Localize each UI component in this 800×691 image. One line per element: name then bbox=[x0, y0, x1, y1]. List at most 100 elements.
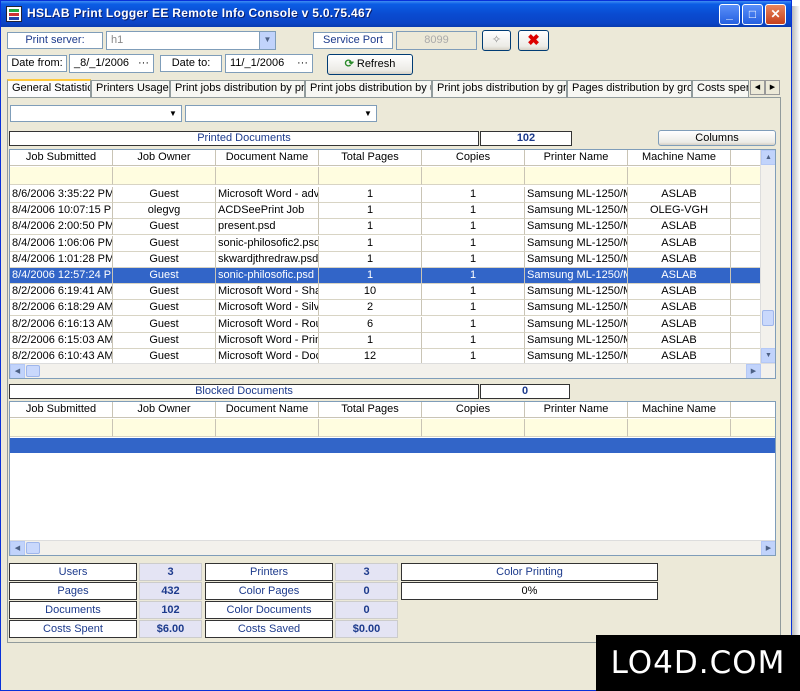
table-cell: Guest bbox=[113, 300, 216, 317]
column-header[interactable]: Jol bbox=[731, 402, 775, 418]
table-cell: Microsoft Word - Shado bbox=[216, 284, 319, 301]
tab-jobs-by-printer[interactable]: Print jobs distribution by printer bbox=[170, 80, 305, 97]
horizontal-scrollbar[interactable]: ◀ ▶ bbox=[10, 363, 775, 378]
table-cell: Samsung ML-1250/ML- bbox=[525, 203, 628, 220]
connect-button[interactable]: ✧ bbox=[482, 30, 511, 51]
columns-button[interactable]: Columns bbox=[658, 130, 776, 146]
tab-scroll-left-icon[interactable]: ◀ bbox=[750, 80, 765, 95]
filter-cell[interactable] bbox=[216, 167, 319, 185]
column-header[interactable]: Machine Name bbox=[628, 402, 731, 418]
tab-pages-by-group[interactable]: Pages distribution by group bbox=[567, 80, 692, 97]
window-shadow bbox=[792, 6, 800, 691]
date-to-label: Date to: bbox=[160, 55, 222, 72]
filter-combo-2[interactable]: ▼ bbox=[185, 105, 377, 122]
table-row[interactable]: 8/4/2006 10:07:15 PM olegvg ACDSeePrint Jo… bbox=[10, 203, 775, 220]
column-header[interactable]: Job Owner bbox=[113, 402, 216, 418]
scroll-right-icon[interactable]: ▶ bbox=[746, 364, 761, 378]
scroll-thumb[interactable] bbox=[26, 542, 40, 554]
title-bar[interactable]: HSLAB Print Logger EE Remote Info Consol… bbox=[1, 1, 791, 27]
table-row[interactable]: 8/4/2006 1:01:28 PM Guest skwardjthredraw.… bbox=[10, 251, 775, 268]
column-header[interactable]: Job Owner bbox=[113, 150, 216, 166]
selected-empty-row[interactable] bbox=[10, 438, 775, 453]
print-server-combo[interactable]: h1 ▼ bbox=[106, 31, 276, 50]
column-header[interactable]: Machine Name bbox=[628, 150, 731, 166]
table-row[interactable]: 8/4/2006 12:57:24 PM Guest sonic-philosofi… bbox=[10, 268, 775, 284]
ellipsis-icon[interactable]: ··· bbox=[138, 55, 149, 72]
table-row[interactable]: 8/4/2006 2:00:50 PM Guest present.psd 1 1 Sam… bbox=[10, 219, 775, 236]
column-header[interactable]: Copies bbox=[422, 402, 525, 418]
filter-cell[interactable] bbox=[10, 167, 113, 185]
pages-value: 432 bbox=[139, 582, 202, 600]
filter-cell[interactable] bbox=[319, 419, 422, 437]
date-from-field[interactable]: _8/_1/2006 ··· bbox=[69, 54, 154, 73]
scroll-down-icon[interactable]: ▼ bbox=[761, 348, 775, 363]
grid-filter-row[interactable] bbox=[10, 419, 775, 437]
table-row[interactable]: 8/6/2006 3:35:22 PM Guest Microsoft Word -… bbox=[10, 187, 775, 203]
filter-combo-1[interactable]: ▼ bbox=[10, 105, 182, 122]
table-row[interactable]: 8/4/2006 1:06:06 PM Guest sonic-philosofic… bbox=[10, 235, 775, 252]
chevron-down-icon[interactable]: ▼ bbox=[259, 32, 275, 49]
column-header[interactable]: Document Name bbox=[216, 402, 319, 418]
column-header[interactable]: Printer Name bbox=[525, 402, 628, 418]
minimize-button[interactable]: _ bbox=[719, 4, 740, 25]
service-port-field[interactable]: 8099 bbox=[396, 31, 477, 50]
close-window-button[interactable]: ✕ bbox=[765, 4, 786, 25]
tab-printers-usage[interactable]: Printers Usage bbox=[91, 80, 170, 97]
scroll-left-icon[interactable]: ◀ bbox=[10, 541, 25, 555]
chevron-down-icon[interactable]: ▼ bbox=[165, 106, 181, 121]
column-header[interactable]: Total Pages bbox=[319, 150, 422, 166]
column-header[interactable]: Job Submitted bbox=[10, 150, 113, 166]
scroll-thumb[interactable] bbox=[762, 310, 774, 326]
column-header[interactable]: Job Submitted bbox=[10, 402, 113, 418]
scroll-thumb[interactable] bbox=[26, 365, 40, 377]
tab-jobs-by-user[interactable]: Print jobs distribution by user bbox=[305, 80, 432, 97]
filter-cell[interactable] bbox=[731, 419, 775, 437]
date-to-field[interactable]: 11/_1/2006 ··· bbox=[225, 54, 313, 73]
scroll-right-icon[interactable]: ▶ bbox=[761, 541, 775, 555]
filter-cell[interactable] bbox=[113, 167, 216, 185]
filter-cell[interactable] bbox=[113, 419, 216, 437]
vertical-scrollbar[interactable]: ▲ ▼ bbox=[760, 150, 775, 364]
grid-filter-row[interactable] bbox=[10, 167, 775, 185]
scroll-left-icon[interactable]: ◀ bbox=[10, 364, 25, 378]
table-cell: 8/4/2006 12:57:24 PM bbox=[10, 268, 113, 284]
filter-cell[interactable] bbox=[10, 419, 113, 437]
color-documents-value: 0 bbox=[335, 601, 398, 619]
filter-cell[interactable] bbox=[216, 419, 319, 437]
table-row[interactable]: 8/2/2006 6:19:41 AM Guest Microsoft Word -… bbox=[10, 284, 775, 301]
filter-cell[interactable] bbox=[525, 167, 628, 185]
table-cell: sonic-philosofic.psd bbox=[216, 268, 319, 284]
table-row[interactable]: 8/2/2006 6:15:03 AM Guest Microsoft Word -… bbox=[10, 332, 775, 349]
column-header[interactable]: Document Name bbox=[216, 150, 319, 166]
ellipsis-icon[interactable]: ··· bbox=[297, 55, 308, 72]
column-header[interactable]: Printer Name bbox=[525, 150, 628, 166]
table-cell: ASLAB bbox=[628, 187, 731, 203]
chevron-down-icon[interactable]: ▼ bbox=[360, 106, 376, 121]
blocked-documents-grid[interactable]: Job Submitted Job Owner Document Name Total… bbox=[9, 401, 776, 556]
table-row[interactable]: 8/2/2006 6:16:13 AM Guest Microsoft Word -… bbox=[10, 316, 775, 333]
printed-documents-grid[interactable]: Job Submitted Job Owner Document Name Total… bbox=[9, 149, 776, 379]
maximize-button[interactable]: □ bbox=[742, 4, 763, 25]
column-header[interactable]: Copies bbox=[422, 150, 525, 166]
tab-costs-spent[interactable]: Costs spent bbox=[692, 80, 749, 97]
scroll-up-icon[interactable]: ▲ bbox=[761, 150, 775, 165]
table-cell: Microsoft Word - Prince bbox=[216, 332, 319, 349]
filter-cell[interactable] bbox=[525, 419, 628, 437]
tab-general-statistics[interactable]: General Statistics bbox=[7, 79, 91, 98]
horizontal-scrollbar[interactable]: ◀ ▶ bbox=[10, 540, 775, 555]
filter-cell[interactable] bbox=[422, 419, 525, 437]
filter-cell[interactable] bbox=[319, 167, 422, 185]
column-header[interactable]: Total Pages bbox=[319, 402, 422, 418]
disconnect-button[interactable]: ✖ bbox=[518, 30, 549, 51]
filter-cell[interactable] bbox=[628, 167, 731, 185]
table-cell: present.psd bbox=[216, 219, 319, 236]
table-cell: 8/4/2006 1:01:28 PM bbox=[10, 251, 113, 268]
table-cell: Guest bbox=[113, 251, 216, 268]
service-port-label: Service Port bbox=[313, 32, 393, 49]
filter-cell[interactable] bbox=[628, 419, 731, 437]
tab-scroll-right-icon[interactable]: ▶ bbox=[765, 80, 780, 95]
table-row[interactable]: 8/2/2006 6:18:29 AM Guest Microsoft Word -… bbox=[10, 300, 775, 317]
tab-jobs-by-group[interactable]: Print jobs distribution by group bbox=[432, 80, 567, 97]
filter-cell[interactable] bbox=[422, 167, 525, 185]
refresh-button[interactable]: ⟳ Refresh bbox=[327, 54, 413, 75]
